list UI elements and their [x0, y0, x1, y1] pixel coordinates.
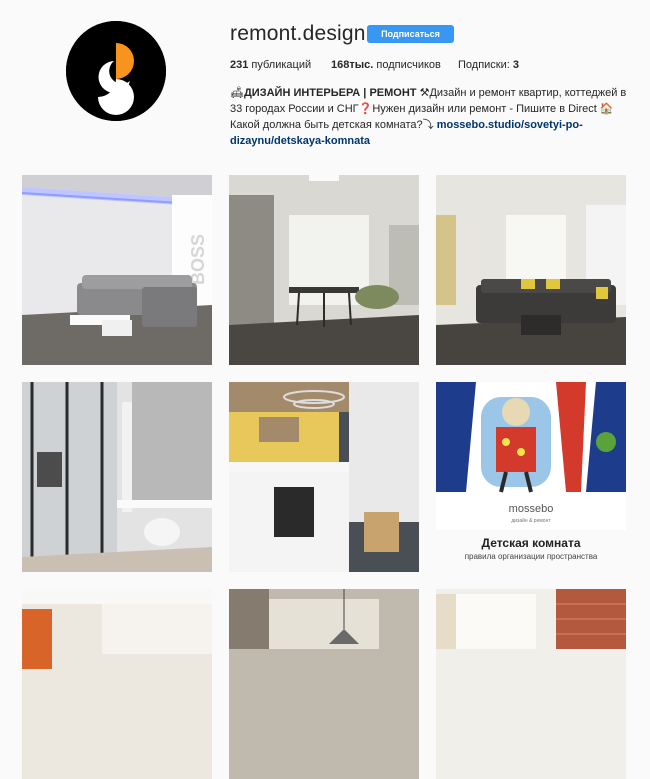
house-emoji-icon: 🏠 — [599, 103, 614, 115]
post-thumbnail[interactable] — [436, 589, 626, 779]
post-thumbnail[interactable]: BOSS — [22, 175, 212, 365]
bio-text-3: Какой должна быть детская комната? — [230, 119, 423, 131]
post-thumbnail[interactable] — [436, 175, 626, 365]
posts-stat[interactable]: 231 публикаций — [230, 59, 311, 71]
kitchen-dining-image — [229, 175, 419, 365]
followers-label: подписчиков — [376, 59, 441, 71]
post-thumbnail[interactable] — [229, 175, 419, 365]
dining-pendant-image — [229, 589, 419, 779]
followers-count: 168тыс. — [331, 59, 374, 71]
post-subtitle: правила организации пространства — [465, 552, 598, 561]
question-mark-icon: ❓ — [358, 103, 373, 115]
follow-button[interactable]: Подписаться — [367, 25, 454, 43]
following-count: 3 — [512, 59, 520, 71]
profile-username: remont.design — [230, 22, 366, 45]
bio-title: ДИЗАЙН ИНТЕРЬЕРА | РЕМОНТ — [243, 87, 417, 99]
living-room-image: BOSS — [22, 175, 212, 365]
living-room-dark-sofa-image — [436, 175, 626, 365]
mossebo-logo-icon — [66, 21, 166, 121]
posts-count: 231 — [230, 59, 249, 71]
kids-room-illustration-image: mossebo дизайн & ремонт Детская комната … — [436, 382, 626, 572]
post-brand: mossebo — [509, 503, 554, 515]
profile-avatar[interactable] — [66, 21, 166, 121]
profile-header: remont.design Подписаться 231 публикаций… — [0, 0, 650, 175]
post-thumbnail[interactable] — [229, 589, 419, 779]
post-brand-sub: дизайн & ремонт — [511, 517, 551, 524]
hammer-wrench-icon: ⚒ — [419, 87, 430, 99]
profile-bio: 🛋ДИЗАЙН ИНТЕРЬЕРА | РЕМОНТ ⚒Дизайн и рем… — [230, 85, 630, 149]
arrow-icon: ⤵ — [422, 119, 434, 131]
following-label: Подписки: — [458, 59, 510, 71]
home-office-image — [22, 382, 212, 572]
living-room-orange-image — [22, 589, 212, 779]
bio-text-2: Нужен дизайн или ремонт - Пишите в Direc… — [372, 103, 597, 115]
kitchen-yellow-tiles-image — [229, 382, 419, 572]
room-brick-wall-image — [436, 589, 626, 779]
post-title: Детская комната — [482, 536, 581, 550]
post-thumbnail[interactable] — [22, 589, 212, 779]
post-thumbnail[interactable]: mossebo дизайн & ремонт Детская комната … — [436, 382, 626, 572]
posts-label: публикаций — [251, 59, 312, 71]
following-stat[interactable]: Подписки: 3 — [458, 59, 519, 71]
post-thumbnail[interactable] — [22, 382, 212, 572]
followers-stat[interactable]: 168тыс. подписчиков — [331, 59, 441, 71]
sofa-emoji-icon: 🛋 — [230, 87, 244, 99]
post-thumbnail[interactable] — [229, 382, 419, 572]
